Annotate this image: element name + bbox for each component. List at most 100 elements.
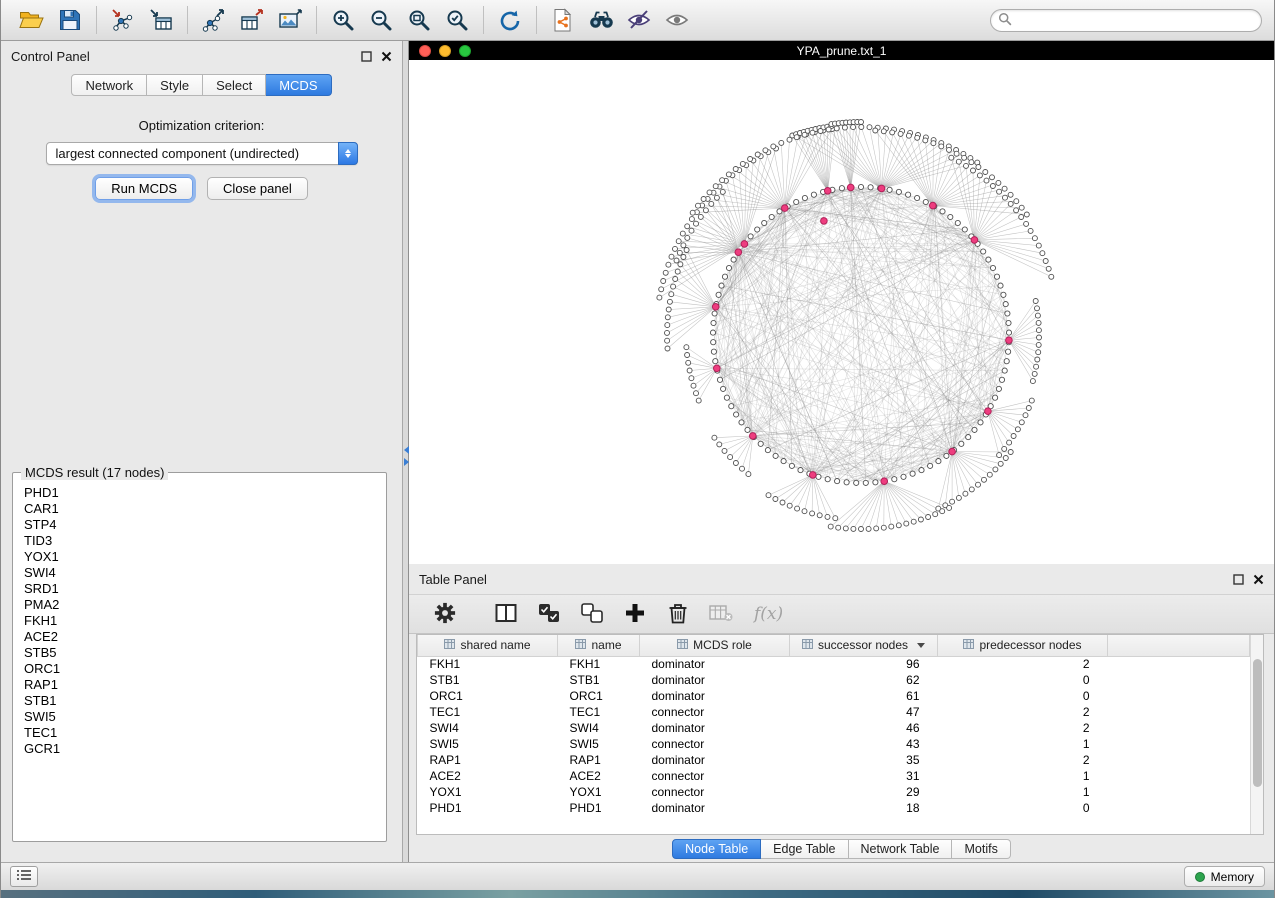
share-document-button[interactable]: [544, 4, 582, 36]
minimize-window-icon[interactable]: [439, 45, 451, 57]
close-window-icon[interactable]: [419, 45, 431, 57]
panel-splitter[interactable]: [402, 41, 409, 862]
table-row[interactable]: FKH1FKH1dominator962: [418, 656, 1250, 672]
maximize-window-icon[interactable]: [459, 45, 471, 57]
tab-select[interactable]: Select: [203, 74, 266, 96]
plus-icon: [624, 602, 646, 627]
table-tab-node-table[interactable]: Node Table: [672, 839, 761, 859]
save-session-button[interactable]: [51, 4, 89, 36]
mcds-result-item[interactable]: YOX1: [24, 549, 375, 565]
mcds-result-item[interactable]: SWI5: [24, 709, 375, 725]
zoom-selected-button[interactable]: [438, 4, 476, 36]
search-box[interactable]: [990, 9, 1262, 32]
zoom-fit-button[interactable]: [400, 4, 438, 36]
mcds-result-item[interactable]: STB5: [24, 645, 375, 661]
memory-label: Memory: [1211, 870, 1254, 884]
mcds-result-list[interactable]: PHD1CAR1STP4TID3YOX1SWI4SRD1PMA2FKH1ACE2…: [16, 483, 383, 838]
control-panel-tabs: NetworkStyleSelectMCDS: [1, 74, 402, 96]
table-row[interactable]: ORC1ORC1dominator610: [418, 688, 1250, 704]
status-menu-button[interactable]: [10, 866, 38, 887]
column-header-name[interactable]: name: [558, 635, 640, 656]
table-settings-button[interactable]: [431, 600, 459, 628]
tab-style[interactable]: Style: [147, 74, 203, 96]
table-row[interactable]: SWI5SWI5connector431: [418, 736, 1250, 752]
search-input[interactable]: [1016, 13, 1254, 27]
import-table-button[interactable]: [142, 4, 180, 36]
refresh-button[interactable]: [491, 4, 529, 36]
table-header-row: shared namenameMCDS rolesuccessor nodesp…: [418, 635, 1250, 656]
table-tab-edge-table[interactable]: Edge Table: [761, 839, 848, 859]
zoom-out-button[interactable]: [362, 4, 400, 36]
export-image-button[interactable]: [271, 4, 309, 36]
table-row[interactable]: TEC1TEC1connector472: [418, 704, 1250, 720]
deselect-all-button[interactable]: [578, 600, 606, 628]
network-graph[interactable]: [409, 60, 1275, 564]
mcds-result-item[interactable]: ORC1: [24, 661, 375, 677]
close-table-panel-icon[interactable]: [1253, 574, 1264, 585]
mcds-result-item[interactable]: TID3: [24, 533, 375, 549]
mcds-result-item[interactable]: PMA2: [24, 597, 375, 613]
network-window-titlebar[interactable]: YPA_prune.txt_1: [409, 41, 1274, 60]
add-column-button[interactable]: [621, 600, 649, 628]
table-scrollbar[interactable]: [1250, 635, 1263, 834]
mcds-result-item[interactable]: SRD1: [24, 581, 375, 597]
table-row[interactable]: YOX1YOX1connector291: [418, 784, 1250, 800]
show-columns-button[interactable]: [492, 600, 520, 628]
search-icon: [998, 12, 1012, 29]
hide-view-button[interactable]: [620, 4, 658, 36]
tab-network[interactable]: Network: [71, 74, 147, 96]
column-header-predecessor-nodes[interactable]: predecessor nodes: [938, 635, 1108, 656]
network-canvas[interactable]: [409, 60, 1274, 564]
mcds-result-item[interactable]: GCR1: [24, 741, 375, 757]
network-window-title: YPA_prune.txt_1: [797, 44, 887, 58]
export-network-button[interactable]: [195, 4, 233, 36]
mcds-result-item[interactable]: CAR1: [24, 501, 375, 517]
table-row[interactable]: ACE2ACE2connector311: [418, 768, 1250, 784]
float-panel-icon[interactable]: [361, 51, 372, 62]
table-grid-icon: [963, 638, 974, 652]
mcds-result-item[interactable]: STB1: [24, 693, 375, 709]
zoom-in-icon: [331, 8, 355, 32]
close-panel-icon[interactable]: [381, 51, 392, 62]
select-all-button[interactable]: [535, 600, 563, 628]
mcds-result-item[interactable]: RAP1: [24, 677, 375, 693]
show-view-button[interactable]: [658, 4, 696, 36]
column-header-successor-nodes[interactable]: successor nodes: [790, 635, 938, 656]
find-button[interactable]: [582, 4, 620, 36]
toolbar-separator: [316, 6, 317, 34]
table-tab-network-table[interactable]: Network Table: [849, 839, 953, 859]
float-table-panel-icon[interactable]: [1233, 574, 1244, 585]
delete-table-button[interactable]: [707, 600, 735, 628]
mcds-result-item[interactable]: STP4: [24, 517, 375, 533]
delete-column-button[interactable]: [664, 600, 692, 628]
run-mcds-button[interactable]: Run MCDS: [95, 177, 193, 200]
table-row[interactable]: SWI4SWI4dominator462: [418, 720, 1250, 736]
mcds-result-item[interactable]: ACE2: [24, 629, 375, 645]
column-header-shared-name[interactable]: shared name: [418, 635, 558, 656]
close-panel-button[interactable]: Close panel: [207, 177, 308, 200]
sort-chevron-icon[interactable]: [917, 643, 925, 648]
tab-mcds[interactable]: MCDS: [266, 74, 331, 96]
memory-button[interactable]: Memory: [1184, 866, 1265, 887]
column-header-MCDS-role[interactable]: MCDS role: [640, 635, 790, 656]
table-row[interactable]: STB1STB1dominator620: [418, 672, 1250, 688]
mcds-result-item[interactable]: PHD1: [24, 485, 375, 501]
zoom-in-button[interactable]: [324, 4, 362, 36]
mcds-result-item[interactable]: SWI4: [24, 565, 375, 581]
function-builder-label[interactable]: f(x): [754, 604, 783, 624]
mcds-result-item[interactable]: FKH1: [24, 613, 375, 629]
status-bar: Memory: [1, 862, 1274, 890]
export-table-button[interactable]: [233, 4, 271, 36]
export-image-icon: [277, 7, 303, 33]
open-session-button[interactable]: [13, 4, 51, 36]
table-row[interactable]: PHD1PHD1dominator180: [418, 800, 1250, 816]
zoom-out-icon: [369, 8, 393, 32]
criterion-dropdown[interactable]: largest connected component (undirected): [46, 142, 358, 165]
table-tab-motifs[interactable]: Motifs: [952, 839, 1010, 859]
node-table[interactable]: shared namenameMCDS rolesuccessor nodesp…: [416, 634, 1264, 835]
mcds-result-item[interactable]: TEC1: [24, 725, 375, 741]
scrollbar-thumb[interactable]: [1253, 659, 1262, 787]
table-row[interactable]: RAP1RAP1dominator352: [418, 752, 1250, 768]
gear-icon: [434, 602, 456, 627]
import-network-button[interactable]: [104, 4, 142, 36]
